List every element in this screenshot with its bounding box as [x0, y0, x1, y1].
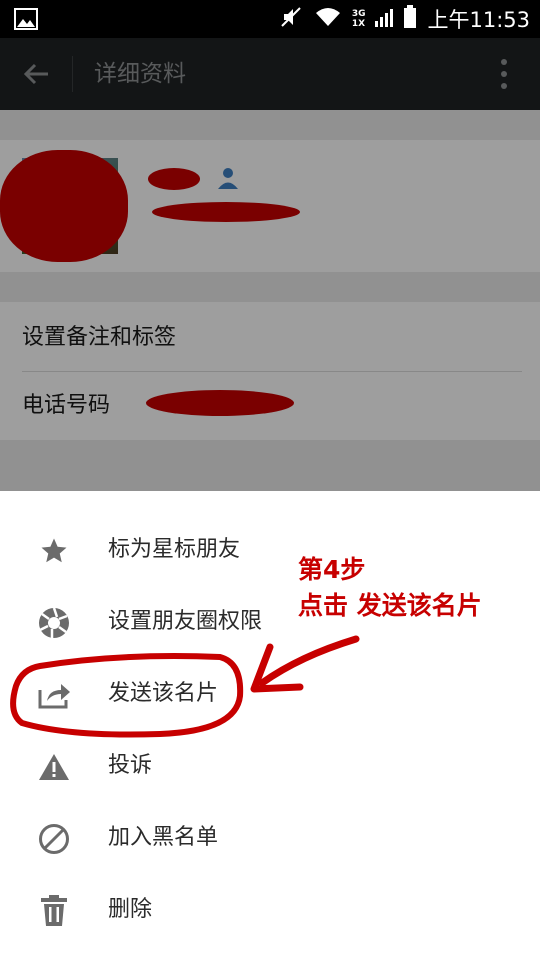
annotation-step: 第4步: [298, 555, 366, 584]
menu-item-delete[interactable]: 删除: [0, 875, 540, 945]
wifi-icon: [314, 6, 342, 32]
menu-item-label: 加入黑名单: [108, 825, 219, 850]
mute-icon: [278, 4, 304, 34]
annotation-instruction: 点击 发送该名片: [298, 591, 482, 620]
network-indicator: 3G 1X: [352, 9, 366, 29]
image-notification-icon: [14, 7, 38, 35]
network-bottom: 1X: [351, 19, 366, 29]
menu-item-blacklist[interactable]: 加入黑名单: [0, 803, 540, 873]
status-bar: 3G 1X 上午11:53: [0, 0, 540, 38]
menu-item-label: 删除: [108, 897, 153, 922]
trash-icon: [34, 891, 74, 931]
signal-icon: [375, 7, 394, 31]
dim-overlay[interactable]: [0, 38, 540, 491]
clock: 上午11:53: [427, 8, 530, 32]
network-top: 3G: [351, 9, 366, 19]
annotation-arrow-shaft: [258, 635, 360, 687]
highlight-circle: [10, 653, 244, 738]
battery-icon: [403, 5, 417, 33]
block-icon: [34, 819, 74, 859]
warning-icon: [34, 747, 74, 787]
